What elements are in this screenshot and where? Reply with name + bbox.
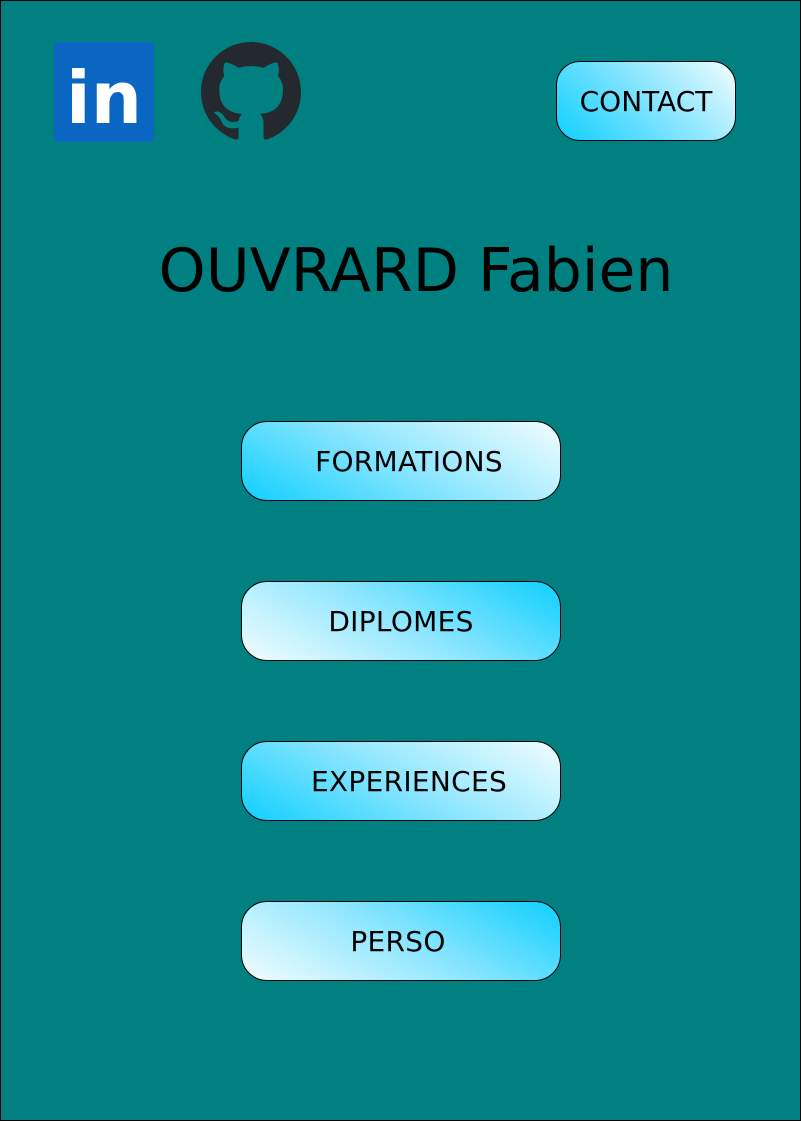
formations-button[interactable]: FORMATIONS	[241, 421, 561, 501]
diplomes-button-label: DIPLOMES	[328, 604, 474, 638]
linkedin-icon[interactable]: in	[54, 42, 154, 142]
github-icon[interactable]	[201, 42, 301, 142]
perso-button-label: PERSO	[350, 924, 446, 958]
page-canvas: in CONTACT OUVRARD Fabien FORMATIONS DIP…	[0, 0, 801, 1121]
contact-button[interactable]: CONTACT	[556, 61, 736, 141]
perso-button[interactable]: PERSO	[241, 901, 561, 981]
page-title: OUVRARD Fabien	[158, 236, 674, 306]
linkedin-logo-text: in	[66, 56, 142, 140]
diplomes-button[interactable]: DIPLOMES	[241, 581, 561, 661]
formations-button-label: FORMATIONS	[315, 444, 503, 478]
experiences-button[interactable]: EXPERIENCES	[241, 741, 561, 821]
experiences-button-label: EXPERIENCES	[310, 764, 508, 798]
